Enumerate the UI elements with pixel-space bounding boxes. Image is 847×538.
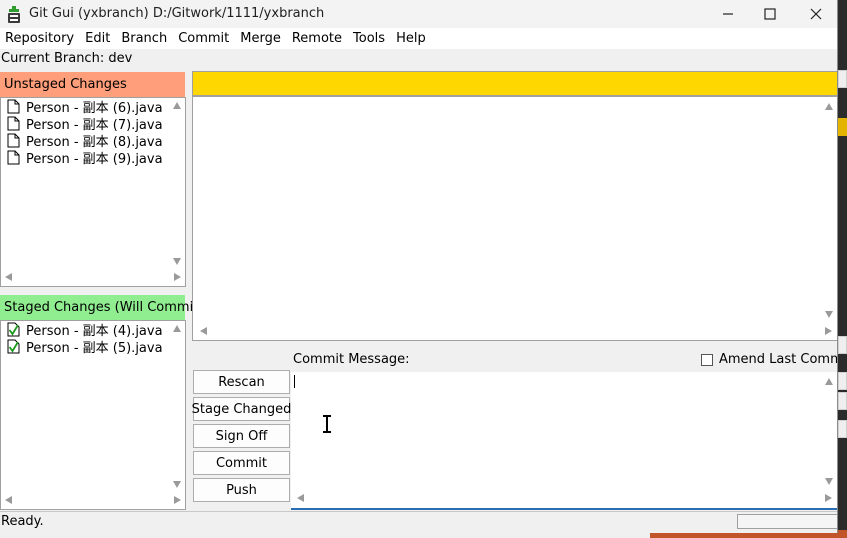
status-text: Ready. xyxy=(1,514,44,529)
window-title: Git Gui (yxbranch) D:/Gitwork/1111/yxbra… xyxy=(29,6,325,21)
vertical-scrollbar[interactable] xyxy=(821,97,837,323)
file-icon xyxy=(7,133,20,148)
list-item[interactable]: Person - 副本 (4).java xyxy=(1,321,169,339)
current-branch-label: Current Branch: dev xyxy=(1,51,133,66)
amend-label: Amend Last Commit xyxy=(719,352,837,367)
diff-viewer[interactable] xyxy=(192,96,837,341)
background-window-edge xyxy=(838,336,847,354)
background-window-edge xyxy=(838,420,847,438)
unstaged-file-list[interactable]: Person - 副本 (6).java Person - 副本 (7).jav… xyxy=(0,97,186,287)
background-window-edge xyxy=(838,372,847,390)
minimize-button[interactable] xyxy=(706,0,750,28)
horizontal-scrollbar[interactable] xyxy=(193,323,837,340)
vertical-scrollbar[interactable] xyxy=(169,98,185,268)
list-item[interactable]: Person - 副本 (7).java xyxy=(1,115,169,133)
text-cursor xyxy=(294,375,295,388)
status-progress-field xyxy=(737,514,837,529)
horizontal-scrollbar[interactable] xyxy=(291,490,837,507)
horizontal-scrollbar[interactable] xyxy=(1,268,185,286)
staged-changes-header: Staged Changes (Will Commit) xyxy=(0,295,203,320)
file-icon xyxy=(7,150,20,165)
minimize-icon xyxy=(723,13,733,15)
list-item[interactable]: Person - 副本 (8).java xyxy=(1,132,169,150)
staged-file-list[interactable]: Person - 副本 (4).java Person - 副本 (5).jav… xyxy=(0,320,186,510)
staged-file-check-icon xyxy=(7,322,20,337)
menu-bar: Repository Edit Branch Commit Merge Remo… xyxy=(0,28,837,49)
staged-file-check-icon xyxy=(7,339,20,354)
commit-message-input[interactable] xyxy=(291,372,837,510)
vertical-scrollbar[interactable] xyxy=(169,321,185,491)
amend-checkbox[interactable] xyxy=(701,353,713,366)
file-name: Person - 副本 (9).java xyxy=(26,152,163,167)
git-gui-icon xyxy=(8,6,20,23)
horizontal-scrollbar[interactable] xyxy=(1,491,185,509)
menu-merge[interactable]: Merge xyxy=(235,28,287,49)
sign-off-button[interactable]: Sign Off xyxy=(193,424,290,448)
background-window-edge xyxy=(838,392,847,410)
title-bar[interactable]: Git Gui (yxbranch) D:/Gitwork/1111/yxbra… xyxy=(0,0,837,28)
file-name: Person - 副本 (5).java xyxy=(26,341,163,356)
menu-commit[interactable]: Commit xyxy=(173,28,235,49)
maximize-button[interactable] xyxy=(748,0,792,28)
menu-edit[interactable]: Edit xyxy=(80,28,116,49)
commit-button[interactable]: Commit xyxy=(193,451,290,475)
menu-branch[interactable]: Branch xyxy=(116,28,173,49)
list-item[interactable]: Person - 副本 (9).java xyxy=(1,149,169,167)
ibeam-cursor-icon xyxy=(323,415,331,433)
menu-tools[interactable]: Tools xyxy=(348,28,391,49)
status-divider xyxy=(0,511,837,512)
stage-changed-button[interactable]: Stage Changed xyxy=(192,397,291,421)
close-button[interactable] xyxy=(794,0,837,28)
amend-last-commit-option[interactable]: Amend Last Commit xyxy=(701,352,837,367)
vertical-scrollbar[interactable] xyxy=(821,372,837,490)
background-window-edge xyxy=(838,118,847,136)
menu-help[interactable]: Help xyxy=(391,28,432,49)
maximize-icon xyxy=(764,8,776,20)
push-button[interactable]: Push xyxy=(193,478,290,502)
background-window-edge xyxy=(838,70,847,88)
menu-repository[interactable]: Repository xyxy=(0,28,80,49)
unstaged-changes-header: Unstaged Changes xyxy=(0,72,185,97)
rescan-button[interactable]: Rescan xyxy=(193,370,290,394)
diff-header-bar xyxy=(192,71,837,96)
file-icon xyxy=(7,99,20,114)
list-item[interactable]: Person - 副本 (6).java xyxy=(1,98,169,116)
menu-remote[interactable]: Remote xyxy=(287,28,348,49)
file-icon xyxy=(7,116,20,131)
git-gui-window: Git Gui (yxbranch) D:/Gitwork/1111/yxbra… xyxy=(0,0,838,533)
close-icon xyxy=(810,8,822,20)
commit-message-label: Commit Message: xyxy=(293,352,410,367)
list-item[interactable]: Person - 副本 (5).java xyxy=(1,338,169,356)
